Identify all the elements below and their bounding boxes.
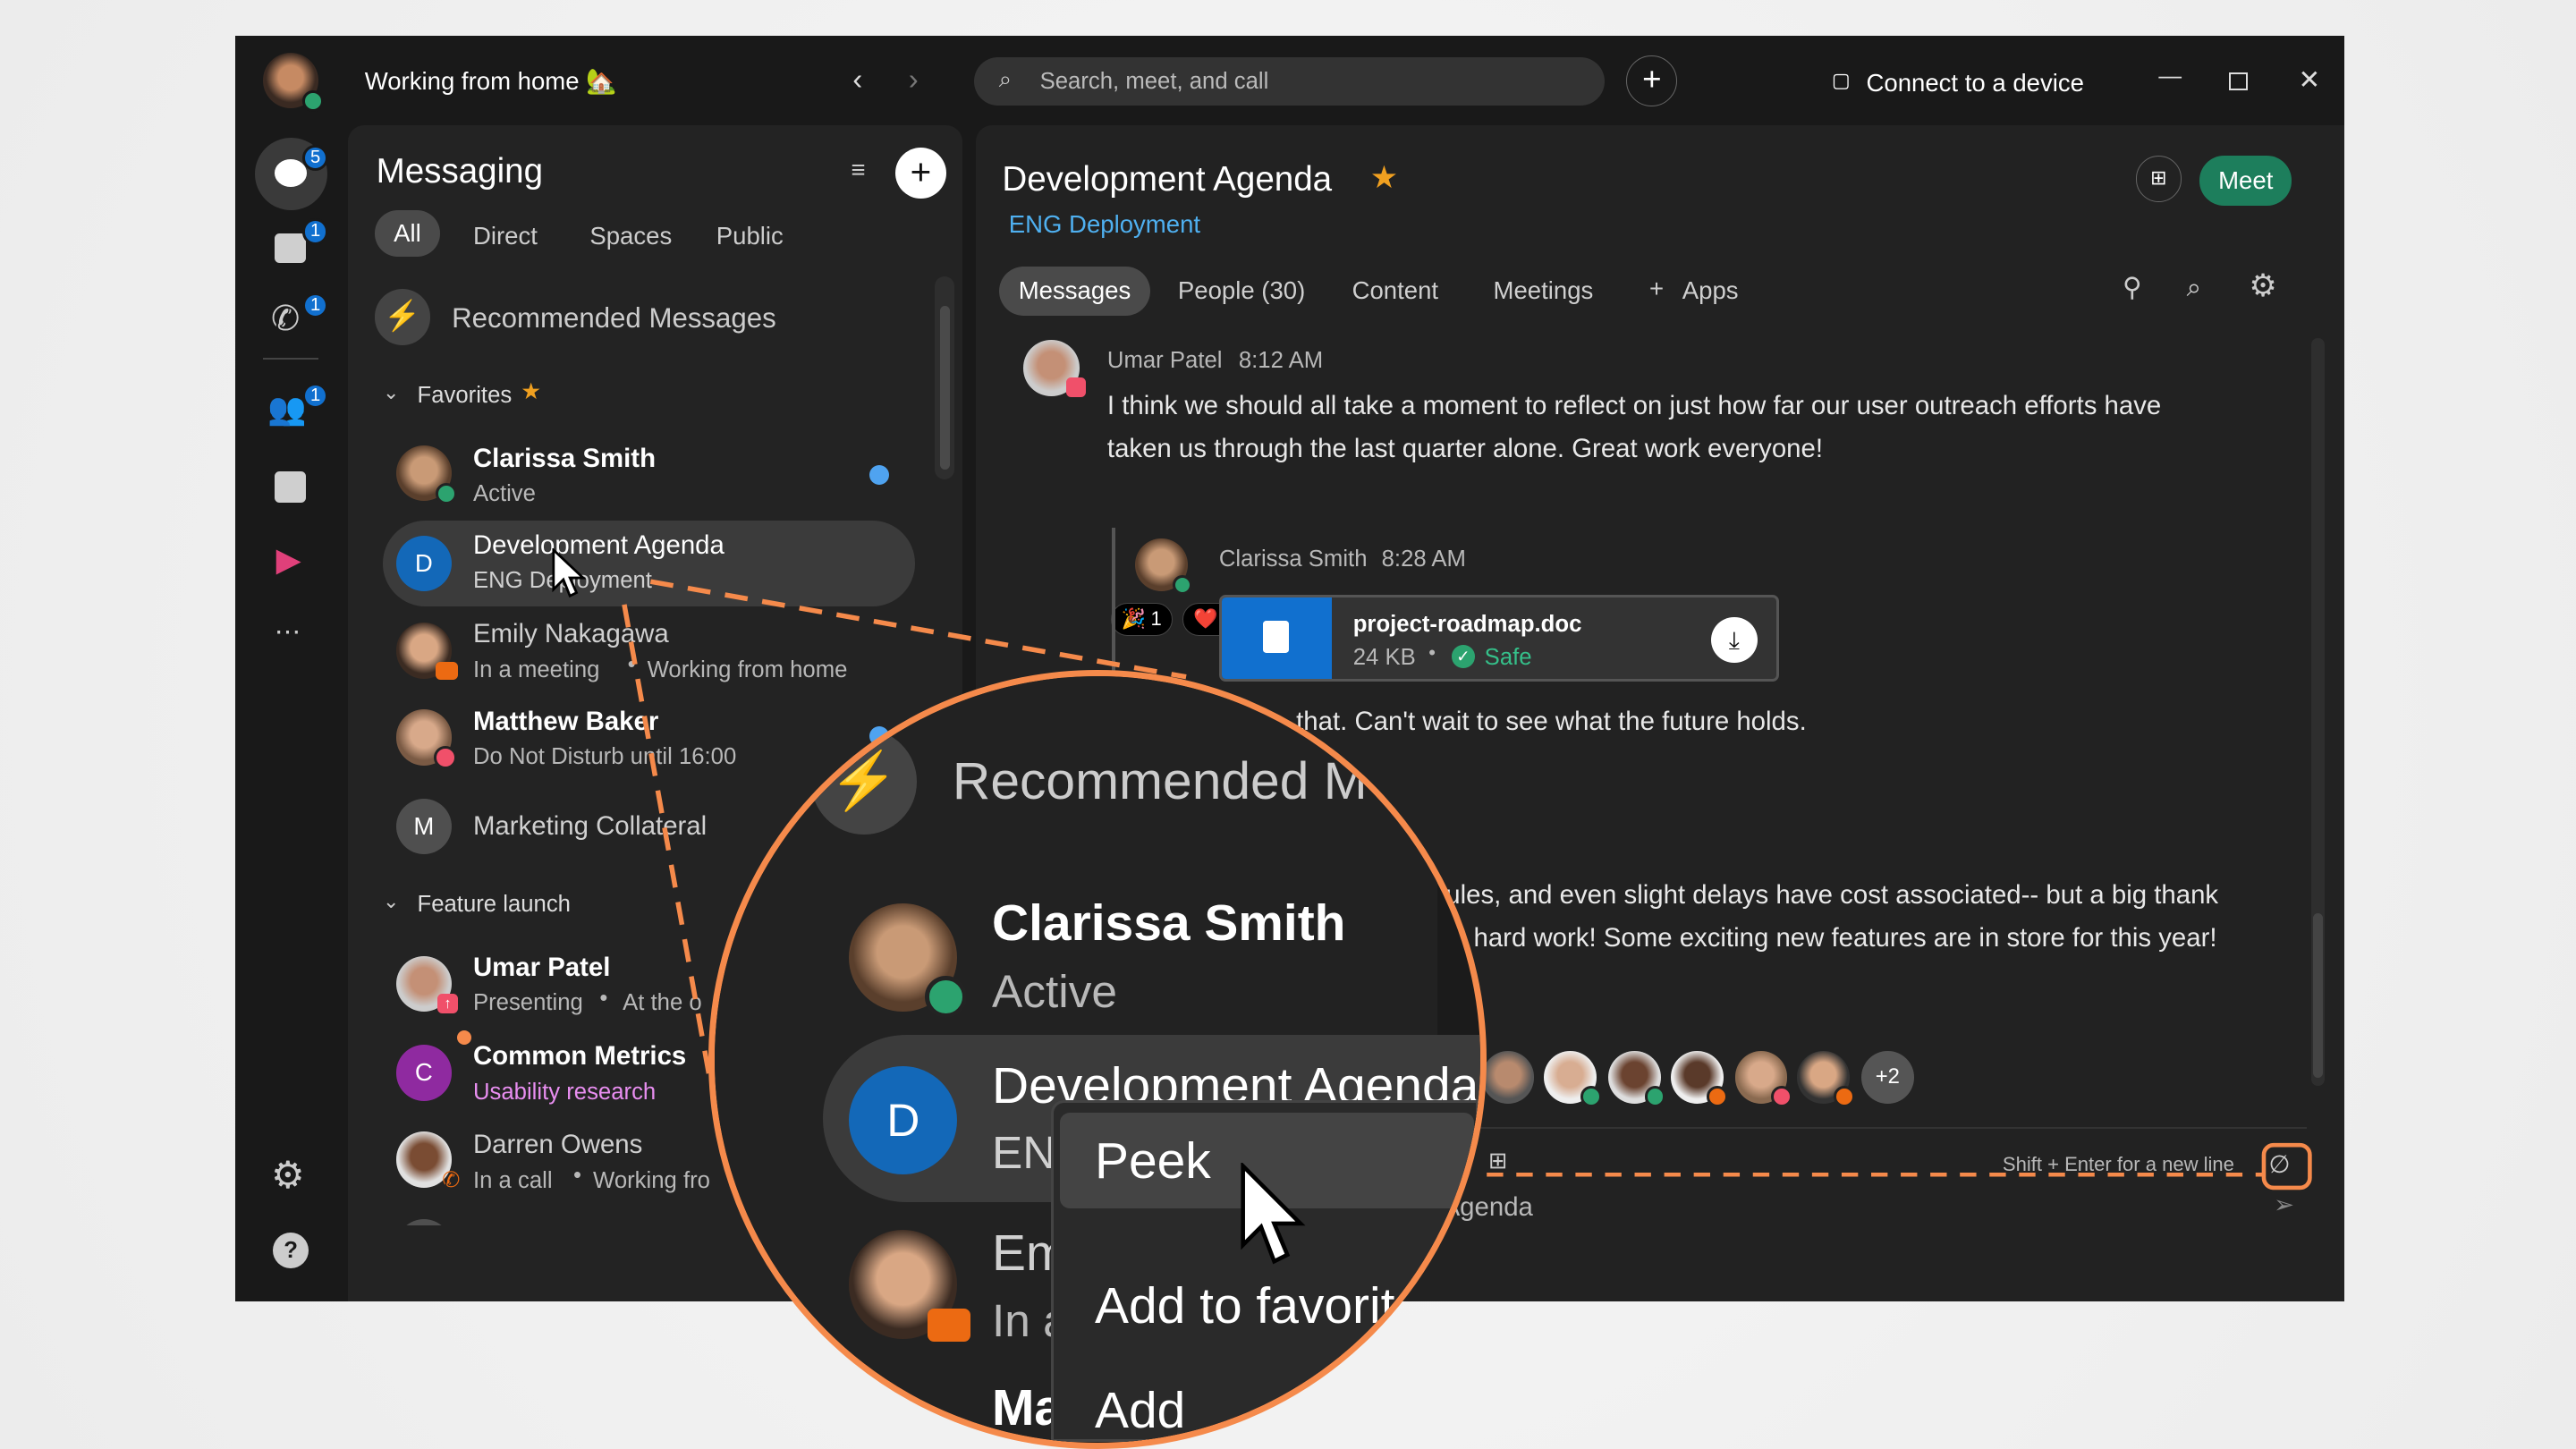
highlight-box [2261, 1142, 2312, 1191]
menu-item-peek-label: Peek [1095, 1131, 1211, 1190]
magnified-name: Clarissa Smith [992, 894, 1346, 953]
mouse-cursor-icon [1241, 1163, 1306, 1265]
context-menu: Peek Add to favorit Add [1051, 1100, 1479, 1443]
callout-line [649, 579, 1187, 680]
menu-item-add-to-favorites[interactable]: Add to favorit [1095, 1280, 1394, 1332]
magnified-status: EN [992, 1126, 1056, 1179]
avatar [849, 1230, 971, 1343]
lightning-icon: ⚡ [810, 729, 917, 835]
avatar [849, 902, 968, 1019]
menu-item-add[interactable]: Add [1095, 1385, 1185, 1436]
callout-line [622, 604, 715, 1089]
magnifier-lens: ⚡ Recommended M Clarissa Smith Active D … [708, 670, 1487, 1449]
avatar: D [849, 1065, 958, 1174]
magnified-status: Active [992, 965, 1117, 1018]
screenshot-stage: Working from home 🏡 ‹ › ⌕ Search, meet, … [0, 0, 2576, 1449]
magnified-recommended: Recommended M [952, 751, 1368, 810]
